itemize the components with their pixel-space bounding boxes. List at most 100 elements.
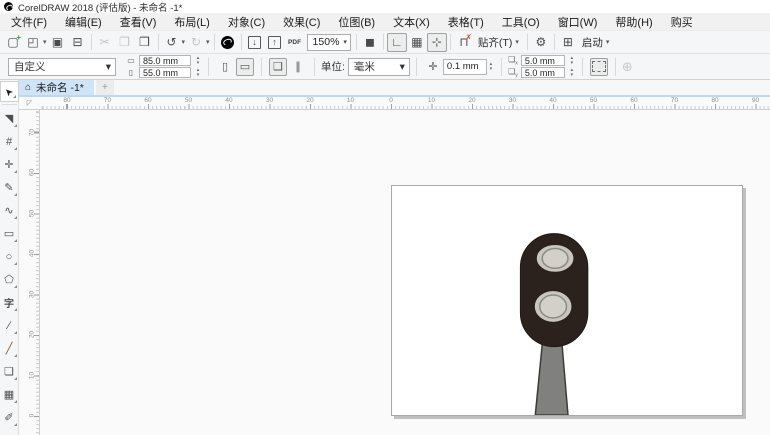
duplicate-x-field[interactable] (520, 55, 565, 66)
horizontal-ruler[interactable]: 80 70 60 50 40 30 20 10 0 10 20 30 40 50 60 70 80 90 (40, 97, 770, 110)
document-tab-bar: ⌂ 未命名 -1* + (19, 80, 770, 97)
menu-item-2[interactable]: 查看(V) (111, 13, 166, 31)
show-grid-icon[interactable]: ▦ (407, 33, 427, 52)
page-preset-combo[interactable]: 自定义 ▾ (8, 57, 116, 76)
undo-icon-glyph: ↺ (166, 35, 177, 49)
drawing-canvas[interactable] (40, 110, 770, 435)
v-ruler-label: 60 (28, 168, 36, 177)
menu-item-3[interactable]: 布局(L) (165, 13, 218, 31)
add-button-disabled: ⊕ (621, 58, 633, 74)
publish-pdf-icon[interactable]: PDF (285, 33, 305, 52)
h-ruler-label: 60 (144, 97, 152, 104)
menu-item-11[interactable]: 帮助(H) (606, 13, 661, 31)
v-ruler-label: 0 (28, 413, 36, 418)
zoom-level-combo[interactable]: 150% ▾ (306, 33, 351, 51)
page-height-field[interactable] (139, 67, 191, 78)
zoom-level-value: 150% (312, 36, 340, 48)
open-folder-icon[interactable]: ◰ (23, 33, 43, 52)
menu-item-7[interactable]: 文本(X) (384, 13, 439, 31)
paste-icon-glyph: ❒ (139, 35, 150, 49)
crop-tool-glyph: # (5, 135, 13, 148)
pick-tool[interactable]: ➤ (0, 81, 19, 102)
h-ruler-label: 80 (63, 97, 71, 104)
eyedropper-tool[interactable]: ✐ (0, 406, 19, 429)
ruler-origin-corner[interactable]: ◸ (19, 97, 40, 110)
show-guidelines-icon[interactable]: ⊹ (426, 32, 447, 52)
treat-as-filled-button[interactable] (589, 57, 608, 76)
menu-item-12[interactable]: 购买 (662, 13, 702, 31)
h-ruler-label: 70 (103, 97, 112, 104)
text-tool[interactable]: 字 (0, 291, 19, 314)
vertical-ruler[interactable]: 70 60 50 40 30 20 10 0 (28, 110, 40, 435)
menu-item-5[interactable]: 效果(C) (274, 13, 329, 31)
dimension-tool-glyph: ∕ (8, 319, 10, 332)
document-tab-active[interactable]: ⌂ 未命名 -1* (19, 80, 94, 95)
window-title: CorelDRAW 2018 (评估版) - 未命名 -1* (18, 2, 183, 14)
all-pages-button[interactable]: ❑ (269, 57, 287, 76)
h-ruler-label: 40 (225, 97, 233, 104)
export-icon[interactable]: ↑ (265, 33, 285, 52)
launcher-icon[interactable]: ⊞ (558, 33, 578, 52)
page-height-spinner[interactable]: ▴ ▾ (194, 67, 202, 78)
transparency-tool[interactable]: ▦ (0, 383, 19, 406)
top-lamp-lens[interactable] (541, 247, 569, 270)
polygon-tool[interactable]: ⬠ (0, 268, 19, 291)
coreldraw-welcome-icon[interactable] (218, 33, 238, 52)
undo-icon[interactable]: ↺ (162, 33, 182, 52)
drop-shadow-tool[interactable]: ❏ (0, 360, 19, 383)
new-tab-button[interactable]: + (95, 80, 114, 95)
drop-shadow-tool-glyph: ❏ (4, 366, 14, 378)
current-page-button[interactable]: ∥ (289, 58, 307, 76)
home-icon[interactable]: ⌂ (25, 82, 31, 93)
new-document-icon[interactable]: ▢ + (3, 33, 23, 52)
chevron-down-icon: ▾ (605, 39, 610, 46)
ellipse-tool[interactable]: ○ (0, 245, 19, 268)
coreldraw-welcome-icon (221, 35, 235, 49)
show-rulers-icon[interactable]: ∟ (386, 32, 407, 52)
freehand-tool-glyph: ✎ (4, 182, 14, 194)
crop-tool[interactable]: # (0, 130, 19, 153)
bottom-lamp-lens[interactable] (538, 294, 568, 319)
chevron-down-icon: ▾ (515, 39, 519, 46)
fullscreen-preview-icon[interactable]: ◼ (360, 33, 380, 52)
portrait-orientation-button[interactable]: ▯ (216, 58, 234, 76)
connector-tool[interactable]: ╱ (0, 337, 19, 360)
paste-icon[interactable]: ❒ (135, 33, 155, 52)
options-gear-icon[interactable]: ⚙ (531, 33, 551, 52)
nudge-spinner[interactable]: ▴ ▾ (487, 61, 495, 72)
redo-icon-glyph: ↻ (191, 35, 202, 49)
rectangle-tool[interactable]: ▭ (0, 222, 19, 245)
bspline-tool[interactable]: ∿ (0, 199, 19, 222)
menu-item-10[interactable]: 窗口(W) (549, 13, 607, 31)
nudge-offset-field[interactable] (442, 58, 487, 75)
document-page[interactable] (391, 185, 743, 416)
menu-item-9[interactable]: 工具(O) (493, 13, 549, 31)
freehand-tool[interactable]: ✎ (0, 176, 19, 199)
chevron-down-icon: ▾ (105, 60, 111, 73)
menu-item-1[interactable]: 编辑(E) (56, 13, 111, 31)
import-icon[interactable]: ↓ (245, 33, 265, 52)
duplicate-x-spinner[interactable]: ▴ ▾ (568, 55, 576, 66)
units-combo[interactable]: 毫米 ▾ (347, 57, 410, 76)
page-width-spinner[interactable]: ▴ ▾ (194, 55, 202, 66)
menu-item-4[interactable]: 对象(C) (219, 13, 274, 31)
print-icon[interactable]: ⊟ (68, 33, 88, 52)
pan-tool[interactable]: ✛ (0, 153, 19, 176)
page-width-field[interactable] (139, 55, 191, 66)
save-icon[interactable]: ▣ (48, 33, 68, 52)
landscape-orientation-button[interactable]: ▭ (236, 57, 254, 76)
show-guidelines-icon-glyph: ⊹ (431, 35, 442, 49)
menu-item-8[interactable]: 表格(T) (439, 13, 493, 31)
polygon-tool-glyph: ⬠ (4, 274, 14, 286)
print-icon-glyph: ⊟ (72, 35, 83, 49)
snap-off-icon[interactable]: ⊓ ✗ (454, 33, 474, 52)
duplicate-y-field[interactable] (520, 67, 565, 78)
menu-item-0[interactable]: 文件(F) (2, 13, 56, 31)
dimension-tool[interactable]: ∕ (0, 314, 19, 337)
launch-button[interactable]: 启动 ▾ (578, 34, 615, 51)
shape-tool[interactable]: ◥ (0, 107, 19, 130)
snap-to-button[interactable]: 贴齐(T) ▾ (474, 34, 524, 51)
menu-item-6[interactable]: 位图(B) (329, 13, 384, 31)
h-ruler-label: 20 (306, 97, 314, 104)
duplicate-y-spinner[interactable]: ▴ ▾ (568, 67, 576, 78)
